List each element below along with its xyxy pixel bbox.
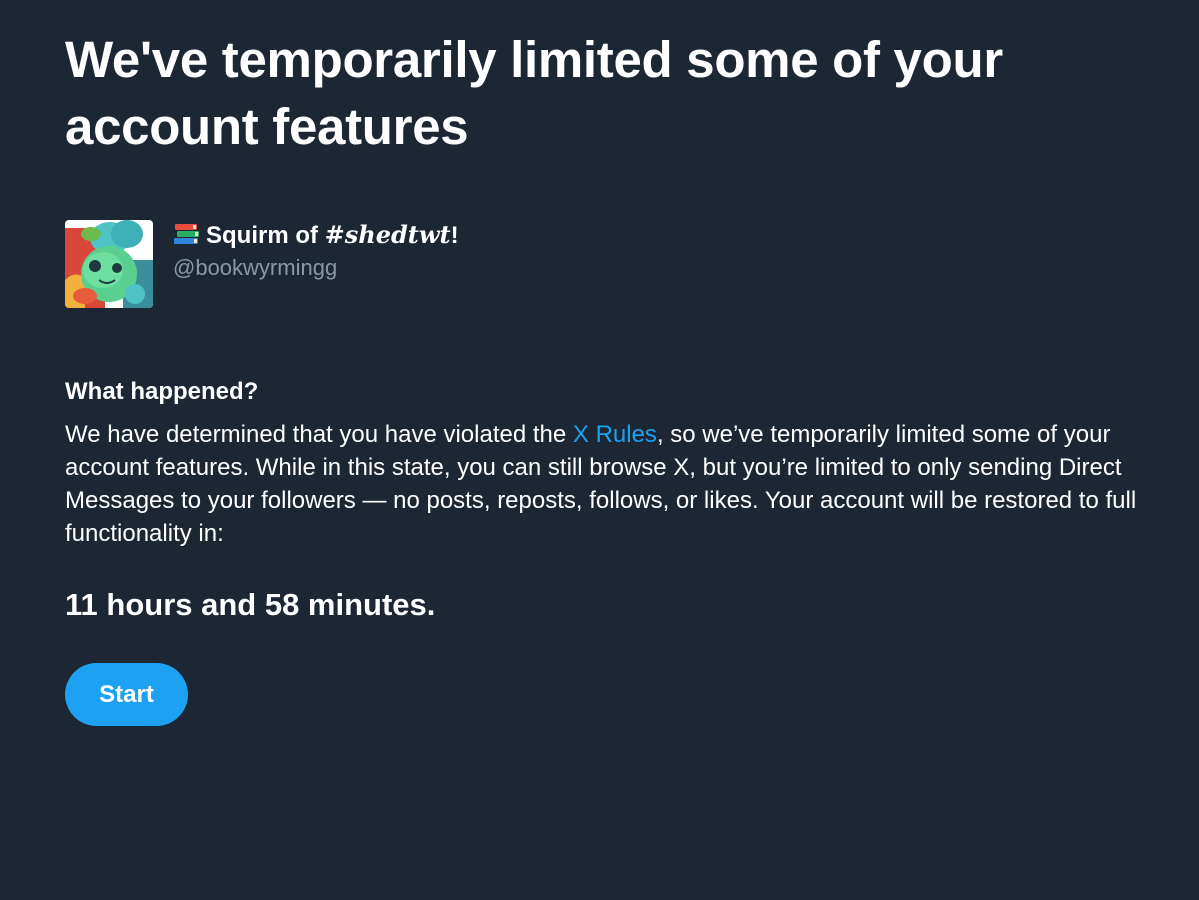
restore-countdown: 11 hours and 58 minutes. xyxy=(65,587,436,622)
what-happened-heading: What happened? xyxy=(65,378,259,405)
display-name-text: Squirm of xyxy=(206,222,325,249)
avatar xyxy=(65,220,153,308)
display-name-tag: #shedtwt xyxy=(324,220,451,249)
start-button[interactable]: Start xyxy=(65,663,188,726)
notice-text: We have determined that you have violate… xyxy=(65,418,1155,550)
display-name-suffix: ! xyxy=(450,222,459,249)
page-title: We've temporarily limited some of your a… xyxy=(65,31,1003,155)
profile-card: Squirm of #shedtwt! @bookwyrmingg xyxy=(65,220,765,308)
user-handle: @bookwyrmingg xyxy=(173,255,338,280)
display-name: Squirm of #shedtwt! xyxy=(173,220,459,251)
x-rules-link[interactable]: X Rules xyxy=(573,421,657,448)
books-emoji-icon xyxy=(173,222,201,246)
notice-text-before-link: We have determined that you have violate… xyxy=(65,421,573,448)
avatar-illustration-icon xyxy=(65,220,153,308)
